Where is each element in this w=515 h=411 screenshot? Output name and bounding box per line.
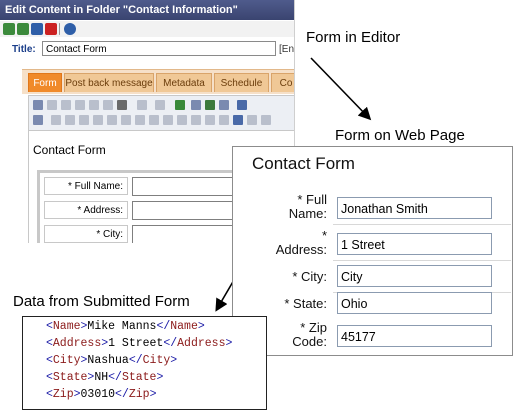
- field-label: * Full Name:: [288, 192, 327, 221]
- xml-line: <Name>Mike Manns</Name>: [46, 320, 205, 333]
- web-form-panel: Contact Form * Full Name: Jonathan Smith …: [232, 146, 513, 356]
- state-input[interactable]: Ohio: [337, 292, 492, 314]
- web-form-title: Contact Form: [252, 154, 355, 173]
- xml-line: <State>NH</State>: [46, 371, 164, 384]
- address-input[interactable]: 1 Street: [337, 233, 492, 255]
- zip-code-input[interactable]: 45177: [337, 325, 492, 347]
- city-input[interactable]: City: [337, 265, 492, 287]
- field-label: * Address:: [275, 228, 327, 257]
- xml-line: <Address>1 Street</Address>: [46, 337, 233, 350]
- field-label: * State:: [284, 296, 327, 311]
- xml-line: <City>Nashua</City>: [46, 354, 178, 367]
- arrow-editor-to-web: [310, 57, 372, 121]
- full-name-input[interactable]: Jonathan Smith: [337, 197, 492, 219]
- submitted-data-xml: <Name>Mike Manns</Name> <Address>1 Stree…: [22, 316, 267, 410]
- row-divider: [333, 260, 511, 261]
- row-divider: [333, 224, 511, 225]
- xml-line: <Zip>03010</Zip>: [46, 388, 157, 401]
- field-label: * City:: [292, 269, 327, 284]
